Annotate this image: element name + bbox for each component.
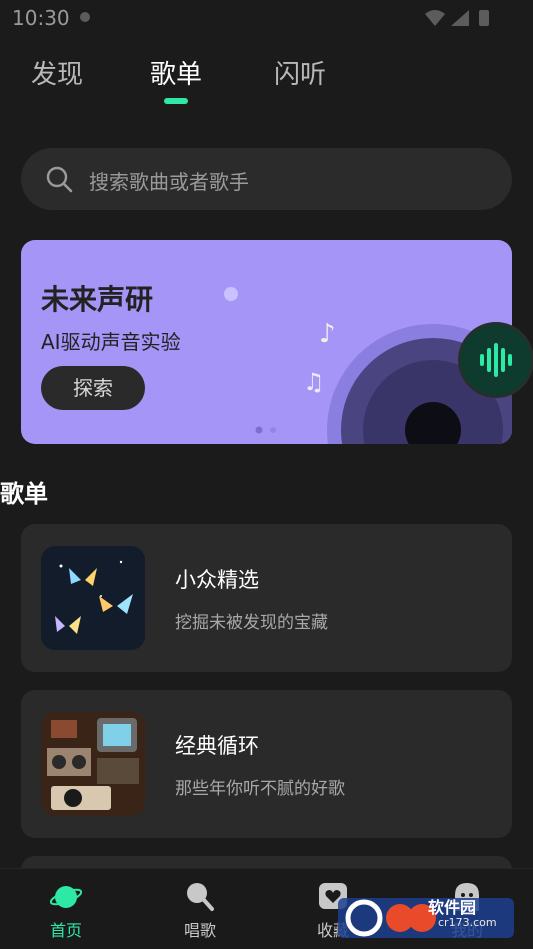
watermark-url: cr173.com — [438, 916, 497, 929]
nav-home[interactable]: 首页 — [26, 879, 106, 945]
search-icon — [46, 166, 73, 193]
nav-sing[interactable]: 唱歌 — [160, 879, 240, 945]
svg-text:♫: ♫ — [303, 368, 325, 396]
promo-banner[interactable]: 未来声研 AI驱动声音实验 探索 ♪ ♫ — [21, 240, 512, 444]
search-bar[interactable]: 搜索歌曲或者歌手 — [21, 148, 512, 210]
status-icons — [425, 10, 489, 26]
signal-icon — [451, 10, 469, 26]
nav-home-label: 首页 — [49, 921, 82, 940]
section-title: 歌单 — [0, 480, 48, 508]
tab-discover[interactable]: 发现 — [31, 54, 83, 91]
playlist-name: 经典循环 — [175, 734, 259, 758]
status-bar: 10:30 — [0, 0, 533, 36]
playlist-name: 小众精选 — [175, 568, 259, 592]
nav-sing-label: 唱歌 — [183, 921, 216, 940]
sound-wave-icon — [462, 326, 530, 394]
wifi-icon — [425, 10, 445, 26]
butterfly-cover-icon — [41, 546, 145, 650]
planet-icon — [50, 886, 82, 908]
banner-title: 未来声研 — [41, 283, 154, 316]
status-time: 10:30 — [12, 6, 70, 30]
battery-icon — [479, 10, 489, 26]
tab-flash-listen[interactable]: 闪听 — [274, 54, 326, 91]
playlist-card[interactable]: 经典循环 那些年你听不腻的好歌 — [21, 690, 512, 838]
top-tabs: 发现 歌单 闪听 — [0, 48, 533, 108]
playlist-card[interactable]: 小众精选 挖掘未被发现的宝藏 — [21, 524, 512, 672]
voice-assistant-button[interactable] — [460, 324, 532, 396]
search-placeholder: 搜索歌曲或者歌手 — [89, 170, 249, 194]
watermark-brand: 软件园 — [428, 898, 477, 917]
active-tab-indicator — [164, 98, 188, 104]
notification-dot-icon — [80, 12, 90, 22]
playlist-description: 挖掘未被发现的宝藏 — [175, 613, 328, 633]
playlist-description: 那些年你听不腻的好歌 — [175, 779, 345, 799]
carousel-dots — [255, 426, 276, 434]
svg-text:♪: ♪ — [319, 319, 336, 349]
explore-button[interactable]: 探索 — [41, 366, 145, 410]
tab-playlists[interactable]: 歌单 — [150, 54, 202, 91]
watermark-logo: 软件园 cr173.com — [338, 890, 518, 940]
microphone-icon — [187, 883, 214, 911]
banner-subtitle: AI驱动声音实验 — [41, 330, 181, 354]
retro-radio-cover-icon — [41, 712, 145, 816]
